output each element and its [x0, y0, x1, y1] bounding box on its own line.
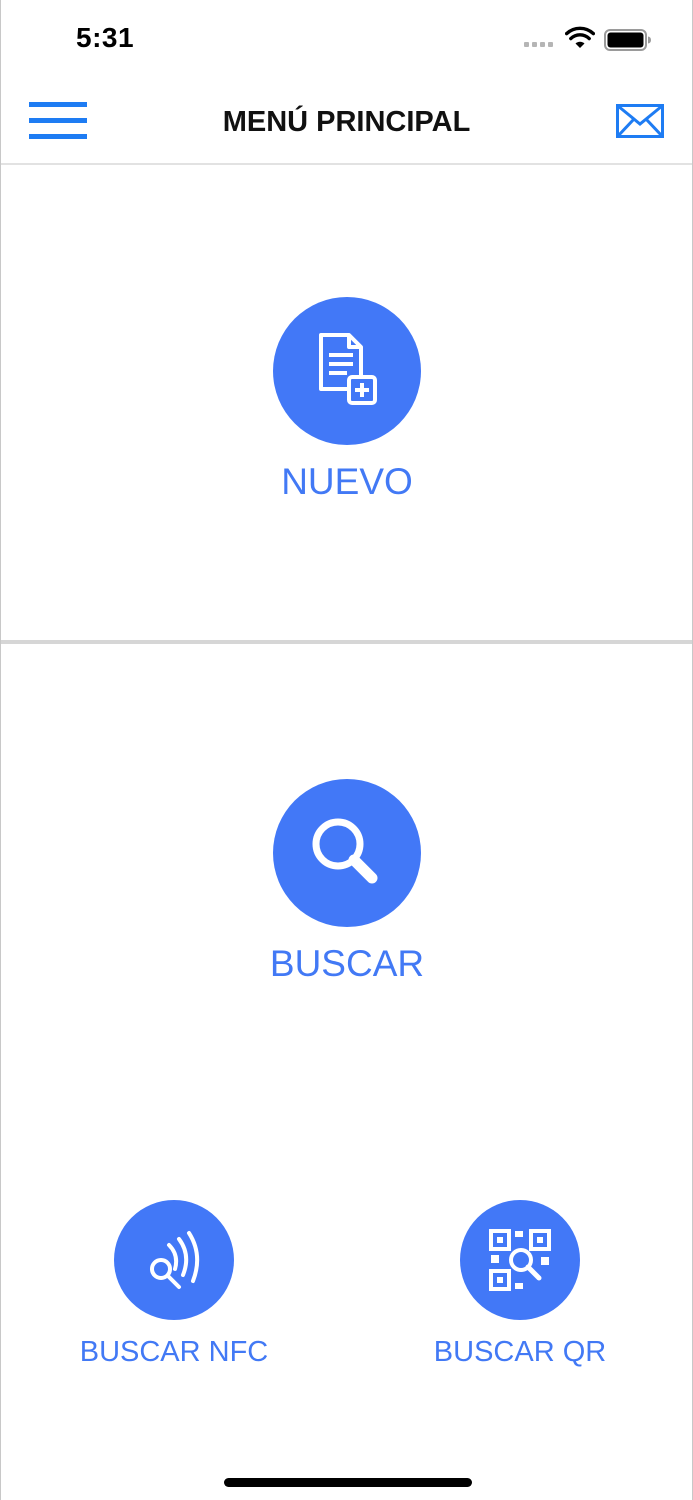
nuevo-label: NUEVO: [281, 461, 413, 502]
status-bar: 5:31: [1, 0, 692, 80]
buscar-nfc-label: BUSCAR NFC: [79, 1336, 269, 1368]
buscar-qr-button[interactable]: BUSCAR QR: [420, 1200, 620, 1369]
buscar-qr-label: BUSCAR QR: [433, 1336, 607, 1368]
new-document-icon: [319, 333, 377, 405]
section-divider: [1, 640, 692, 644]
search-icon: [312, 818, 378, 884]
nuevo-button[interactable]: NUEVO: [247, 297, 447, 503]
buscar-nfc-button[interactable]: BUSCAR NFC: [74, 1200, 274, 1369]
navigation-bar: MENÚ PRINCIPAL: [1, 80, 692, 165]
home-indicator[interactable]: [224, 1478, 472, 1487]
status-time: 5:31: [76, 22, 135, 53]
nuevo-icon-circle[interactable]: [273, 297, 421, 445]
qr-search-icon: [489, 1229, 551, 1291]
nfc-search-icon: [150, 1231, 200, 1289]
buscar-nfc-icon-circle[interactable]: [114, 1200, 234, 1320]
cellular-signal-icon: [524, 42, 553, 47]
buscar-label: BUSCAR: [269, 943, 425, 984]
buscar-qr-icon-circle[interactable]: [460, 1200, 580, 1320]
envelope-icon[interactable]: [616, 104, 664, 138]
buscar-button[interactable]: BUSCAR: [247, 779, 447, 985]
buscar-icon-circle[interactable]: [273, 779, 421, 927]
page-title: MENÚ PRINCIPAL: [222, 106, 471, 138]
battery-icon: [604, 29, 651, 51]
wifi-icon: [565, 26, 595, 48]
